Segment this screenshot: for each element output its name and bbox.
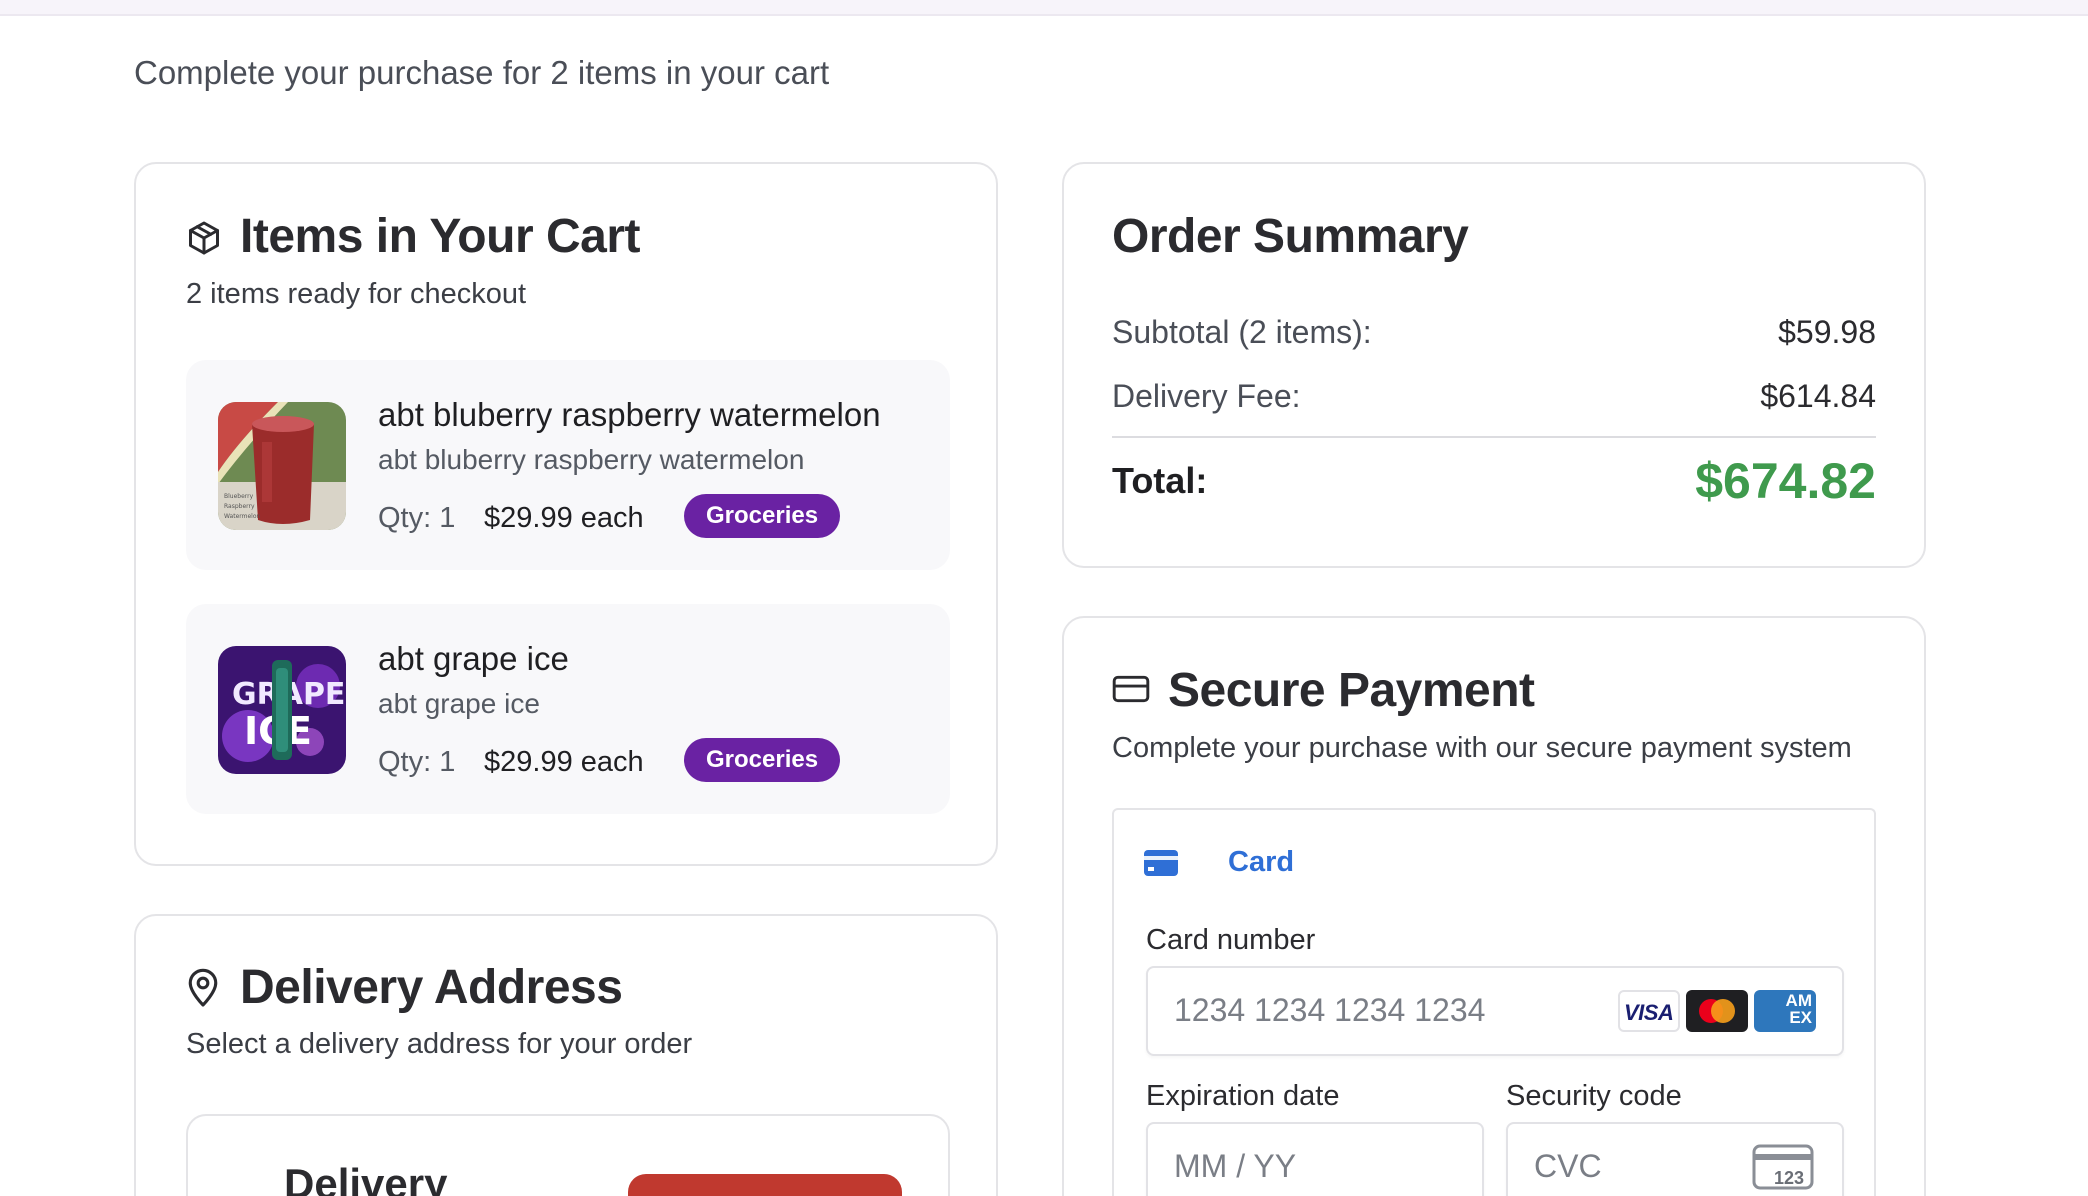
delivery-subtitle: Select a delivery address for your order xyxy=(186,1028,693,1060)
expiry-placeholder: MM / YY xyxy=(1174,1148,1297,1184)
secure-payment-card: Secure Payment Complete your purchase wi… xyxy=(1062,616,1926,1196)
delivery-option[interactable]: Delivery xyxy=(186,1114,950,1196)
card-number-label: Card number xyxy=(1146,924,1316,956)
amex-icon: AM EX xyxy=(1754,990,1816,1032)
product-image: GRAPE ICE xyxy=(218,646,346,774)
cart-title: Items in Your Cart xyxy=(240,210,640,263)
delivery-title: Delivery Address xyxy=(240,961,623,1014)
card-number-input[interactable]: 1234 1234 1234 1234 VISA AM EX xyxy=(1146,966,1844,1056)
svg-text:Raspberry: Raspberry xyxy=(224,503,255,510)
cart-item[interactable]: Blueberry Raspberry Watermelon abt blube… xyxy=(186,360,950,570)
cart-card: Items in Your Cart 2 items ready for che… xyxy=(134,162,998,866)
delivery-option-title: Delivery xyxy=(284,1160,448,1196)
delivery-address-card: Delivery Address Select a delivery addre… xyxy=(134,914,998,1196)
item-price: $29.99 each xyxy=(484,502,644,534)
delivery-option-button[interactable] xyxy=(628,1174,902,1196)
payment-form: Card Card number 1234 1234 1234 1234 VIS… xyxy=(1112,808,1876,1196)
credit-card-icon xyxy=(1112,674,1150,704)
summary-divider xyxy=(1112,436,1876,438)
subtotal-label: Subtotal (2 items): xyxy=(1112,314,1372,350)
expiry-input[interactable]: MM / YY xyxy=(1146,1122,1484,1196)
mastercard-icon xyxy=(1686,990,1748,1032)
package-icon xyxy=(186,219,222,257)
item-description: abt bluberry raspberry watermelon xyxy=(378,444,805,475)
category-badge: Groceries xyxy=(684,494,841,538)
tab-card[interactable]: Card xyxy=(1144,844,1324,890)
expiry-label: Expiration date xyxy=(1146,1080,1340,1112)
tab-card-label: Card xyxy=(1228,846,1295,878)
item-description: abt grape ice xyxy=(378,688,540,719)
cvc-label: Security code xyxy=(1506,1080,1682,1112)
total-value: $674.82 xyxy=(1695,453,1876,509)
map-pin-icon xyxy=(186,968,220,1008)
svg-text:Watermelon: Watermelon xyxy=(224,513,261,520)
delivery-fee-label: Delivery Fee: xyxy=(1112,378,1301,414)
item-name: abt bluberry raspberry watermelon xyxy=(378,396,881,433)
summary-title: Order Summary xyxy=(1112,210,1469,263)
cart-subtitle: 2 items ready for checkout xyxy=(186,278,527,310)
item-quantity: Qty: 1 xyxy=(378,502,456,534)
cvc-input[interactable]: CVC 123 xyxy=(1506,1122,1844,1196)
cvc-card-icon: 123 xyxy=(1752,1144,1814,1195)
delivery-fee-value: $614.84 xyxy=(1760,378,1876,414)
payment-title: Secure Payment xyxy=(1168,664,1535,717)
card-tab-icon xyxy=(1144,850,1178,881)
total-label: Total: xyxy=(1112,460,1208,501)
cart-item[interactable]: GRAPE ICE abt grape ice abt grape ice Qt… xyxy=(186,604,950,814)
order-summary-card: Order Summary Subtotal (2 items): $59.98… xyxy=(1062,162,1926,568)
top-bar xyxy=(0,0,2088,16)
visa-icon: VISA xyxy=(1618,990,1680,1032)
svg-text:Blueberry: Blueberry xyxy=(224,493,254,500)
payment-subtitle: Complete your purchase with our secure p… xyxy=(1112,732,1852,764)
item-quantity: Qty: 1 xyxy=(378,746,456,778)
product-image: Blueberry Raspberry Watermelon xyxy=(218,402,346,530)
cvc-placeholder: CVC xyxy=(1534,1148,1602,1184)
item-name: abt grape ice xyxy=(378,640,569,677)
category-badge: Groceries xyxy=(684,738,841,782)
page-subtitle: Complete your purchase for 2 items in yo… xyxy=(134,54,830,91)
subtotal-value: $59.98 xyxy=(1778,314,1876,350)
card-number-placeholder: 1234 1234 1234 1234 xyxy=(1174,992,1486,1028)
item-price: $29.99 each xyxy=(484,746,644,778)
